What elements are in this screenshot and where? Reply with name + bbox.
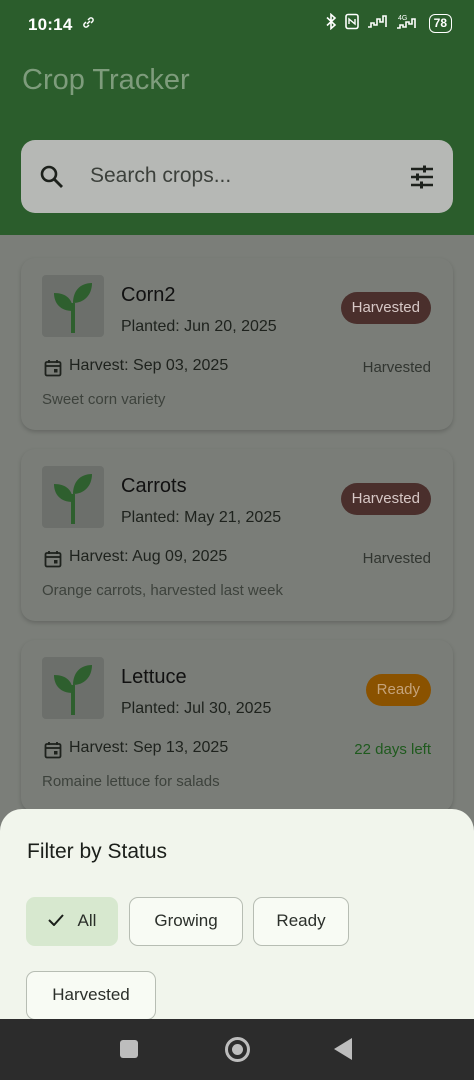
- filter-chip-all[interactable]: All: [26, 897, 118, 946]
- check-icon: [47, 898, 64, 944]
- crop-name: Carrots: [121, 475, 187, 497]
- signal-icon: [367, 14, 389, 32]
- svg-text:4G: 4G: [398, 15, 407, 22]
- crop-note: Romaine lettuce for salads: [42, 773, 220, 790]
- filter-chip-harvested[interactable]: Harvested: [26, 971, 156, 1020]
- chip-label: Growing: [154, 911, 218, 930]
- system-nav-bar: [0, 1019, 474, 1080]
- crop-thumbnail: [42, 466, 104, 528]
- status-bar: 10:14 4G 78: [0, 0, 474, 50]
- recents-icon[interactable]: [120, 1040, 138, 1058]
- crop-note: Orange carrots, harvested last week: [42, 582, 283, 599]
- status-time: 10:14: [28, 15, 73, 34]
- crop-name: Lettuce: [121, 666, 187, 688]
- harvest-status: 22 days left: [354, 741, 431, 758]
- filter-bottom-sheet: Filter by Status All Growing Ready Harve…: [0, 809, 474, 1020]
- search-icon: [39, 164, 65, 195]
- home-icon[interactable]: [225, 1037, 250, 1062]
- plant-icon: [54, 474, 92, 524]
- battery-icon: 78: [428, 13, 452, 33]
- bluetooth-icon: [325, 12, 337, 33]
- link-icon: [82, 16, 95, 32]
- app-bar: Crop Tracker Search crops...: [0, 50, 474, 235]
- crop-thumbnail: [42, 275, 104, 337]
- calendar-icon: [44, 741, 62, 764]
- harvest-date: Harvest: Sep 13, 2025: [69, 739, 229, 756]
- filter-chip-ready[interactable]: Ready: [253, 897, 349, 946]
- chip-label: Ready: [276, 911, 326, 930]
- crop-note: Sweet corn variety: [42, 391, 166, 408]
- nfc-icon: [344, 13, 360, 33]
- search-bar[interactable]: Search crops...: [21, 140, 453, 213]
- crop-name: Corn2: [121, 284, 176, 306]
- filter-title: Filter by Status: [27, 840, 168, 863]
- status-badge: Ready: [365, 674, 431, 706]
- filter-chip-growing[interactable]: Growing: [129, 897, 243, 946]
- crop-thumbnail: [42, 657, 104, 719]
- harvest-status: Harvested: [362, 359, 431, 376]
- harvest-status: Harvested: [362, 550, 431, 567]
- search-input[interactable]: Search crops...: [90, 164, 231, 188]
- back-icon[interactable]: [334, 1038, 352, 1060]
- tune-icon[interactable]: [409, 164, 435, 195]
- signal-4g-icon: 4G: [396, 13, 422, 33]
- plant-icon: [54, 665, 92, 715]
- planted-date: Planted: Jun 20, 2025: [121, 318, 277, 335]
- crop-card[interactable]: Carrots Planted: May 21, 2025 Harvested …: [21, 449, 453, 621]
- planted-date: Planted: May 21, 2025: [121, 509, 282, 526]
- status-badge: Harvested: [340, 292, 431, 324]
- plant-icon: [54, 283, 92, 333]
- crop-card[interactable]: Corn2 Planted: Jun 20, 2025 Harvested Ha…: [21, 258, 453, 430]
- harvest-date: Harvest: Aug 09, 2025: [69, 548, 228, 565]
- crop-card[interactable]: Lettuce Planted: Jul 30, 2025 Ready Harv…: [21, 640, 453, 812]
- calendar-icon: [44, 550, 62, 573]
- chip-label: Harvested: [52, 985, 130, 1004]
- chip-label: All: [77, 911, 97, 930]
- calendar-icon: [44, 359, 62, 382]
- app-title: Crop Tracker: [22, 64, 190, 96]
- status-badge: Harvested: [340, 483, 431, 515]
- crop-list: Corn2 Planted: Jun 20, 2025 Harvested Ha…: [0, 235, 474, 815]
- planted-date: Planted: Jul 30, 2025: [121, 700, 272, 717]
- harvest-date: Harvest: Sep 03, 2025: [69, 357, 229, 374]
